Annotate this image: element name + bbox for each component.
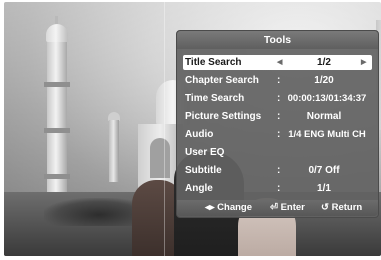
menu-item-audio[interactable]: Audio : 1/4 ENG Multi CH <box>183 127 372 142</box>
return-hint: ↺ Return <box>321 202 363 213</box>
menu-item-value: 00:00:13/01:34:37 <box>287 93 367 104</box>
menu-item-value: 1/1 <box>317 183 331 194</box>
menu-item-value: 1/4 ENG Multi CH <box>288 129 366 140</box>
menu-item-label: Chapter Search <box>185 75 259 86</box>
menu-item-value: 1/2 <box>317 57 331 68</box>
menu-item-label: Audio <box>185 129 214 140</box>
tools-menu: Tools Title Search ◀ 1/2 ▶ Chapter Searc… <box>176 30 379 218</box>
minaret-left <box>44 16 70 200</box>
menu-item-chapter-search[interactable]: Chapter Search : 1/20 <box>183 73 372 88</box>
image-crease <box>164 2 165 256</box>
menu-item-value: 1/20 <box>314 75 334 86</box>
menu-item-label: Time Search <box>185 93 245 104</box>
separator: : <box>277 93 281 104</box>
menu-item-time-search[interactable]: Time Search : 00:00:13/01:34:37 <box>183 91 372 106</box>
change-hint: ◂▸ Change <box>205 202 253 213</box>
video-frame: Tools Title Search ◀ 1/2 ▶ Chapter Searc… <box>4 2 381 256</box>
menu-item-value: Normal <box>306 111 342 122</box>
menu-item-value: 0/7 Off <box>308 165 340 176</box>
menu-item-picture-settings[interactable]: Picture Settings : Normal <box>183 109 372 124</box>
menu-item-label: Title Search <box>185 57 242 68</box>
right-arrow-icon[interactable]: ▶ <box>361 55 366 70</box>
menu-item-user-eq[interactable]: User EQ <box>183 145 372 160</box>
menu-item-subtitle[interactable]: Subtitle : 0/7 Off <box>183 163 372 178</box>
menu-item-label: Angle <box>185 183 213 194</box>
minaret-small <box>108 112 120 182</box>
menu-item-label: Picture Settings <box>185 111 262 122</box>
separator: : <box>277 129 281 140</box>
menu-item-label: Subtitle <box>185 165 222 176</box>
menu-item-angle[interactable]: Angle : 1/1 <box>183 181 372 196</box>
menu-item-title-search[interactable]: Title Search ◀ 1/2 ▶ <box>183 55 372 70</box>
menu-footer: ◂▸ Change ⏎ Enter ↺ Return <box>177 200 378 216</box>
enter-hint: ⏎ Enter <box>270 202 305 213</box>
menu-item-label: User EQ <box>185 147 225 158</box>
tools-title: Tools <box>177 31 378 49</box>
